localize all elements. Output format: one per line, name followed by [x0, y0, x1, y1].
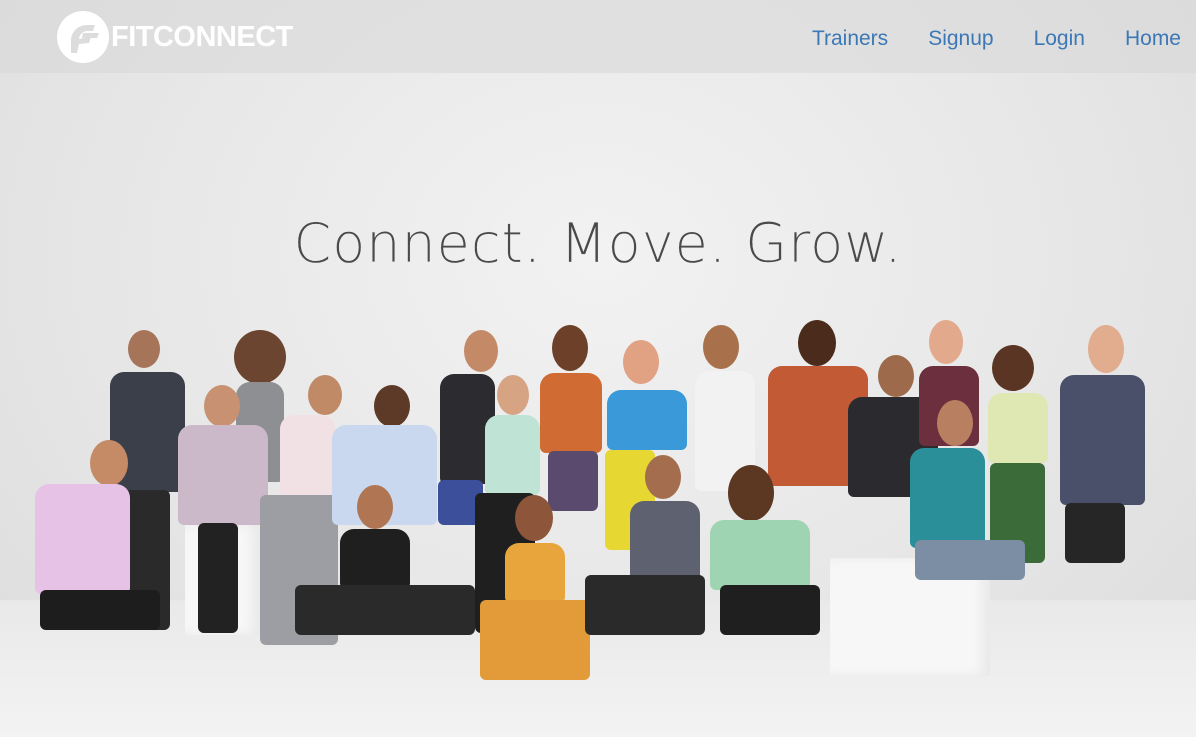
fitconnect-logo-icon [57, 11, 109, 63]
person [585, 455, 710, 665]
nav-link-login[interactable]: Login [1034, 27, 1085, 51]
nav-link-home[interactable]: Home [1125, 27, 1181, 51]
person [470, 495, 600, 690]
hero-section: Connect. Move. Grow. FITCONNECT Trainers… [0, 0, 1196, 737]
person [295, 485, 475, 670]
person [35, 440, 175, 670]
person [178, 385, 268, 650]
main-nav: Trainers Signup Login Home [772, 27, 1181, 51]
trainers-group-photo [0, 0, 1196, 737]
nav-link-trainers[interactable]: Trainers [812, 27, 888, 51]
top-navbar: FITCONNECT Trainers Signup Login Home [0, 0, 1196, 73]
nav-link-signup[interactable]: Signup [928, 27, 993, 51]
brand-logo[interactable]: FITCONNECT [57, 11, 293, 63]
person [1050, 325, 1150, 695]
person [700, 465, 830, 665]
brand-name: FITCONNECT [111, 20, 293, 53]
person [905, 400, 1035, 685]
